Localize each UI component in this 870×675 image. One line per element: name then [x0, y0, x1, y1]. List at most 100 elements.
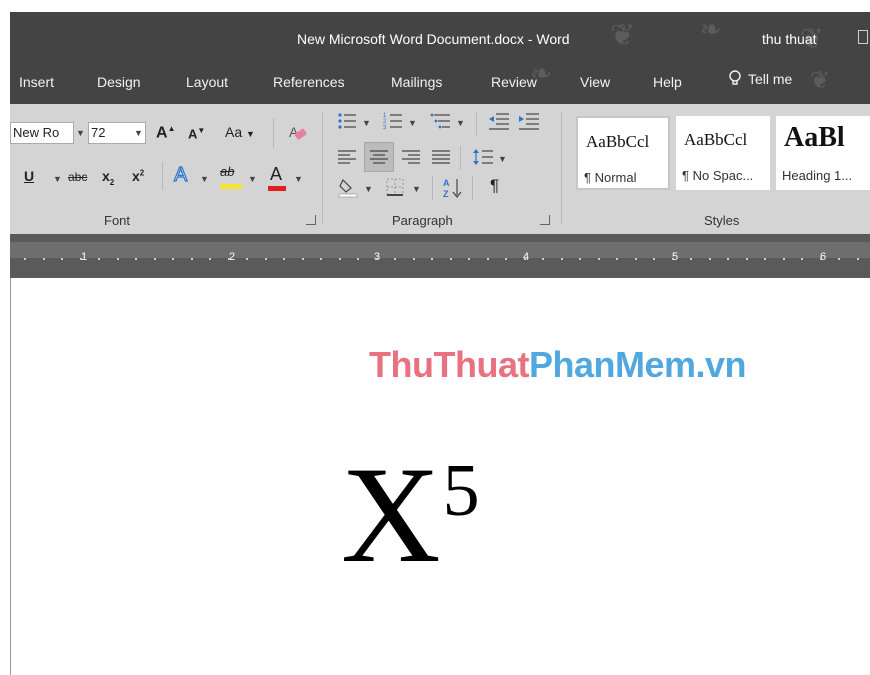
tab-mailings[interactable]: Mailings: [391, 74, 442, 90]
font-color-button[interactable]: A: [268, 164, 286, 191]
ruler-tick: [727, 258, 729, 260]
document-page[interactable]: ThuThuatPhanMem.vn X5: [10, 278, 870, 675]
ruler-tick: [709, 258, 711, 260]
shading-icon[interactable]: [338, 176, 360, 198]
strikethrough-button[interactable]: abc: [68, 170, 87, 184]
justify-icon[interactable]: [430, 146, 452, 168]
paragraph-dialog-launcher-icon[interactable]: [540, 215, 550, 225]
style-preview: AaBbCcl: [684, 130, 748, 149]
ruler-tick: [505, 258, 507, 260]
tell-me-label: Tell me: [748, 71, 793, 87]
align-left-icon[interactable]: [336, 146, 358, 168]
borders-icon[interactable]: [384, 176, 406, 198]
tab-layout[interactable]: Layout: [186, 74, 228, 90]
tab-help[interactable]: Help: [653, 74, 682, 90]
horizontal-ruler[interactable]: 1 2 3 4 5 6: [10, 234, 870, 278]
ruler-tick: [154, 258, 156, 260]
text-effects-button[interactable]: A: [173, 163, 188, 187]
leaf-decoration-icon: ❦: [610, 19, 636, 52]
ruler-tick: [561, 258, 563, 260]
style-no-spacing[interactable]: AaBbCcl ¶ No Spac...: [676, 116, 770, 190]
font-name-combo[interactable]: New Ro: [10, 122, 74, 144]
grow-font-button[interactable]: A▲: [156, 124, 175, 142]
underline-button[interactable]: U: [24, 168, 34, 184]
superscript-button[interactable]: x2: [132, 168, 144, 184]
tab-view[interactable]: View: [580, 74, 610, 90]
font-dialog-launcher-icon[interactable]: [306, 215, 316, 225]
style-name: Heading 1...: [782, 168, 853, 183]
bullets-dropdown-icon[interactable]: ▼: [362, 118, 371, 128]
numbering-dropdown-icon[interactable]: ▼: [408, 118, 417, 128]
line-spacing-dropdown-icon[interactable]: ▼: [498, 154, 507, 164]
lightbulb-icon: [729, 70, 741, 85]
tab-references[interactable]: References: [273, 74, 345, 90]
ruler-tick: [746, 258, 748, 260]
decrease-indent-icon[interactable]: [488, 110, 510, 132]
align-center-button[interactable]: [364, 142, 394, 172]
numbering-icon[interactable]: 123: [382, 110, 404, 132]
ruler-tick: [209, 258, 211, 260]
align-right-icon[interactable]: [400, 146, 422, 168]
group-divider: [322, 112, 323, 224]
subscript-button[interactable]: x2: [102, 168, 114, 187]
document-text[interactable]: X5: [341, 446, 480, 584]
multilevel-dropdown-icon[interactable]: ▼: [456, 118, 465, 128]
ruler-number: 4: [523, 251, 530, 263]
bullets-icon[interactable]: [336, 110, 358, 132]
font-color-bar: [268, 186, 286, 191]
style-normal[interactable]: AaBbCcl ¶ Normal: [576, 116, 670, 190]
ribbon-home: New Ro ▼ 72 ▼ A▲ A▼ Aa ▼ A U ▼ abc x2 x2…: [10, 104, 870, 234]
highlight-button[interactable]: ab: [220, 164, 242, 189]
line-spacing-icon[interactable]: [472, 146, 494, 168]
highlight-dropdown-icon[interactable]: ▼: [248, 174, 257, 184]
user-name[interactable]: thu thuat: [762, 31, 817, 47]
ruler-tick: [431, 258, 433, 260]
ruler-tick: [302, 258, 304, 260]
clear-formatting-icon[interactable]: A: [286, 122, 308, 144]
svg-text:Z: Z: [443, 189, 449, 199]
text-effects-dropdown-icon[interactable]: ▼: [200, 174, 209, 184]
shading-dropdown-icon[interactable]: ▼: [364, 184, 373, 194]
title-bar: ❦ ❧ ❦ New Microsoft Word Document.docx -…: [10, 12, 870, 62]
ruler-number: 3: [374, 251, 381, 263]
ruler-tick: [598, 258, 600, 260]
tab-review[interactable]: Review: [491, 74, 537, 90]
ruler-tick: [838, 258, 840, 260]
divider: [432, 176, 433, 200]
ruler-tick: [764, 258, 766, 260]
ruler-number: 2: [229, 251, 236, 263]
font-size-dropdown-icon[interactable]: ▼: [134, 128, 143, 138]
tab-design[interactable]: Design: [97, 74, 141, 90]
ribbon-display-options-icon[interactable]: [858, 30, 868, 44]
ruler-number: 5: [672, 251, 679, 263]
superscript-text: 5: [442, 450, 480, 532]
tab-insert[interactable]: Insert: [19, 74, 54, 90]
borders-dropdown-icon[interactable]: ▼: [412, 184, 421, 194]
ruler-number: 6: [820, 251, 827, 263]
multilevel-list-icon[interactable]: [430, 110, 452, 132]
align-center-icon: [370, 150, 388, 164]
watermark-logo: ThuThuatPhanMem.vn: [369, 344, 747, 386]
font-size-value: 72: [91, 125, 106, 140]
shrink-font-button[interactable]: A▼: [188, 126, 205, 141]
font-size-combo[interactable]: 72 ▼: [88, 122, 146, 144]
change-case-button[interactable]: Aa ▼: [225, 124, 255, 140]
ruler-tick: [135, 258, 137, 260]
style-heading-1[interactable]: AaBl Heading 1...: [776, 116, 870, 190]
underline-dropdown-icon[interactable]: ▼: [53, 174, 62, 184]
ruler-tick: [783, 258, 785, 260]
ruler-tick: [191, 258, 193, 260]
sort-icon[interactable]: A Z: [442, 176, 464, 200]
style-preview: AaBbCcl: [586, 132, 650, 151]
font-name-dropdown-icon[interactable]: ▼: [76, 128, 85, 138]
font-color-dropdown-icon[interactable]: ▼: [294, 174, 303, 184]
tell-me-box[interactable]: Tell me: [728, 70, 792, 88]
ruler-tick: [357, 258, 359, 260]
watermark-part-1: ThuThuat: [369, 344, 529, 385]
show-formatting-marks-button[interactable]: ¶: [490, 176, 499, 196]
increase-indent-icon[interactable]: [518, 110, 540, 132]
divider: [460, 146, 461, 170]
style-preview: AaBl: [784, 122, 845, 153]
group-divider: [561, 112, 562, 224]
ruler-tick: [487, 258, 489, 260]
